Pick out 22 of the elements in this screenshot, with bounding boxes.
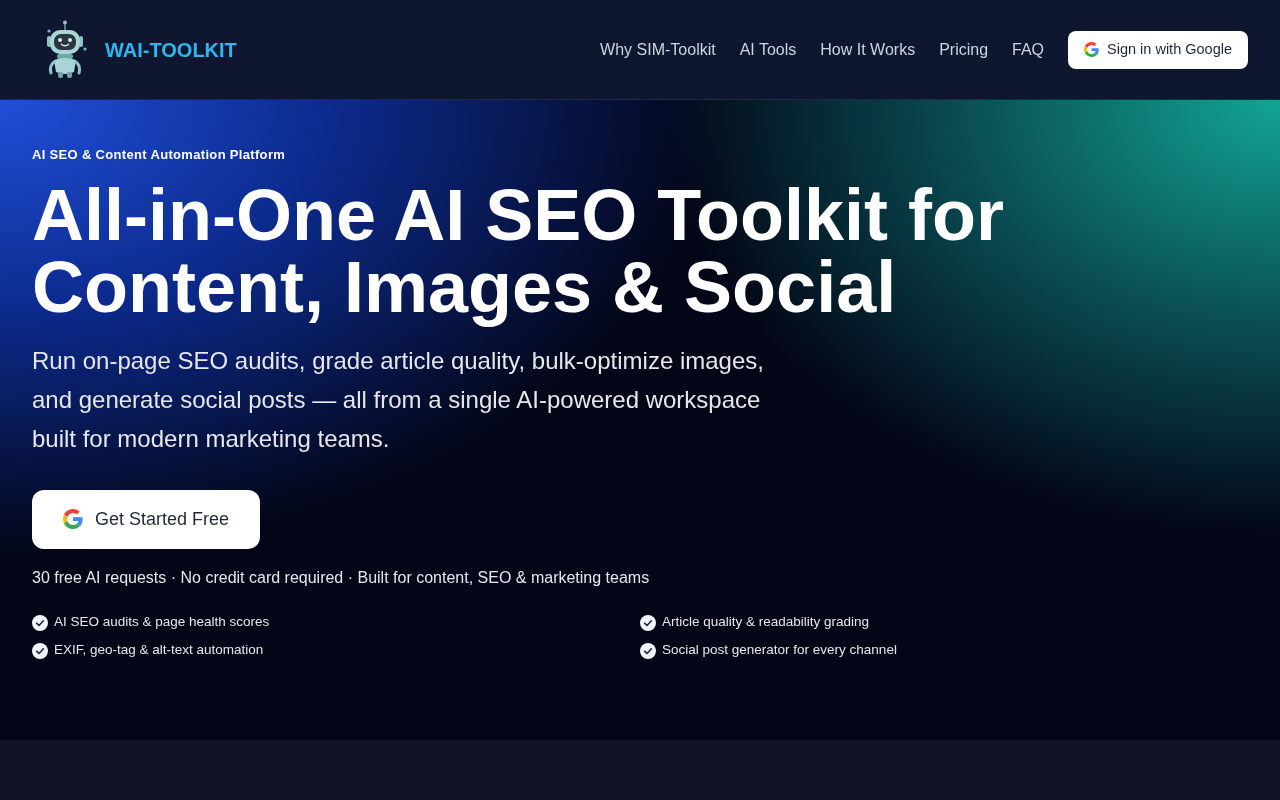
- feature-item: AI SEO audits & page health scores: [54, 613, 270, 632]
- nav-link[interactable]: FAQ: [1012, 37, 1045, 62]
- feature-item: Article quality & readability grading: [662, 613, 870, 632]
- nav-link[interactable]: AI Tools: [739, 37, 797, 62]
- check-circle-icon: [32, 642, 48, 659]
- google-sign-in-button[interactable]: Sign in with Google: [1068, 30, 1248, 69]
- eyebrow-label: AI SEO & Content Automation Platform: [32, 146, 287, 164]
- google-g-icon: [1084, 42, 1100, 57]
- signup-note: 30 free AI requests · No credit card required · Built for content, SEO & marketing teams: [32, 567, 651, 588]
- nav-link[interactable]: Pricing: [939, 37, 989, 62]
- google-g-icon: [62, 509, 83, 529]
- nav-link[interactable]: Why SIM-Toolkit: [600, 37, 716, 62]
- robot-logo-icon: [45, 19, 89, 80]
- check-circle-icon: [640, 614, 656, 631]
- get-started-button[interactable]: Get Started Free: [32, 489, 260, 549]
- check-circle-icon: [640, 642, 656, 659]
- feature-item: EXIF, geo-tag & alt-text automation: [54, 641, 264, 660]
- hero-description: Run on-page SEO audits, grade article quality, bulk-optimize images, and generate social posts — all from a single AI-powered workspace built for modern marketing teams.: [32, 345, 765, 454]
- brand-name[interactable]: WAI-TOOLKIT: [105, 34, 237, 65]
- check-circle-icon: [32, 614, 48, 631]
- feature-item: Social post generator for every channel: [662, 641, 897, 660]
- nav-link[interactable]: How It Works: [820, 37, 916, 62]
